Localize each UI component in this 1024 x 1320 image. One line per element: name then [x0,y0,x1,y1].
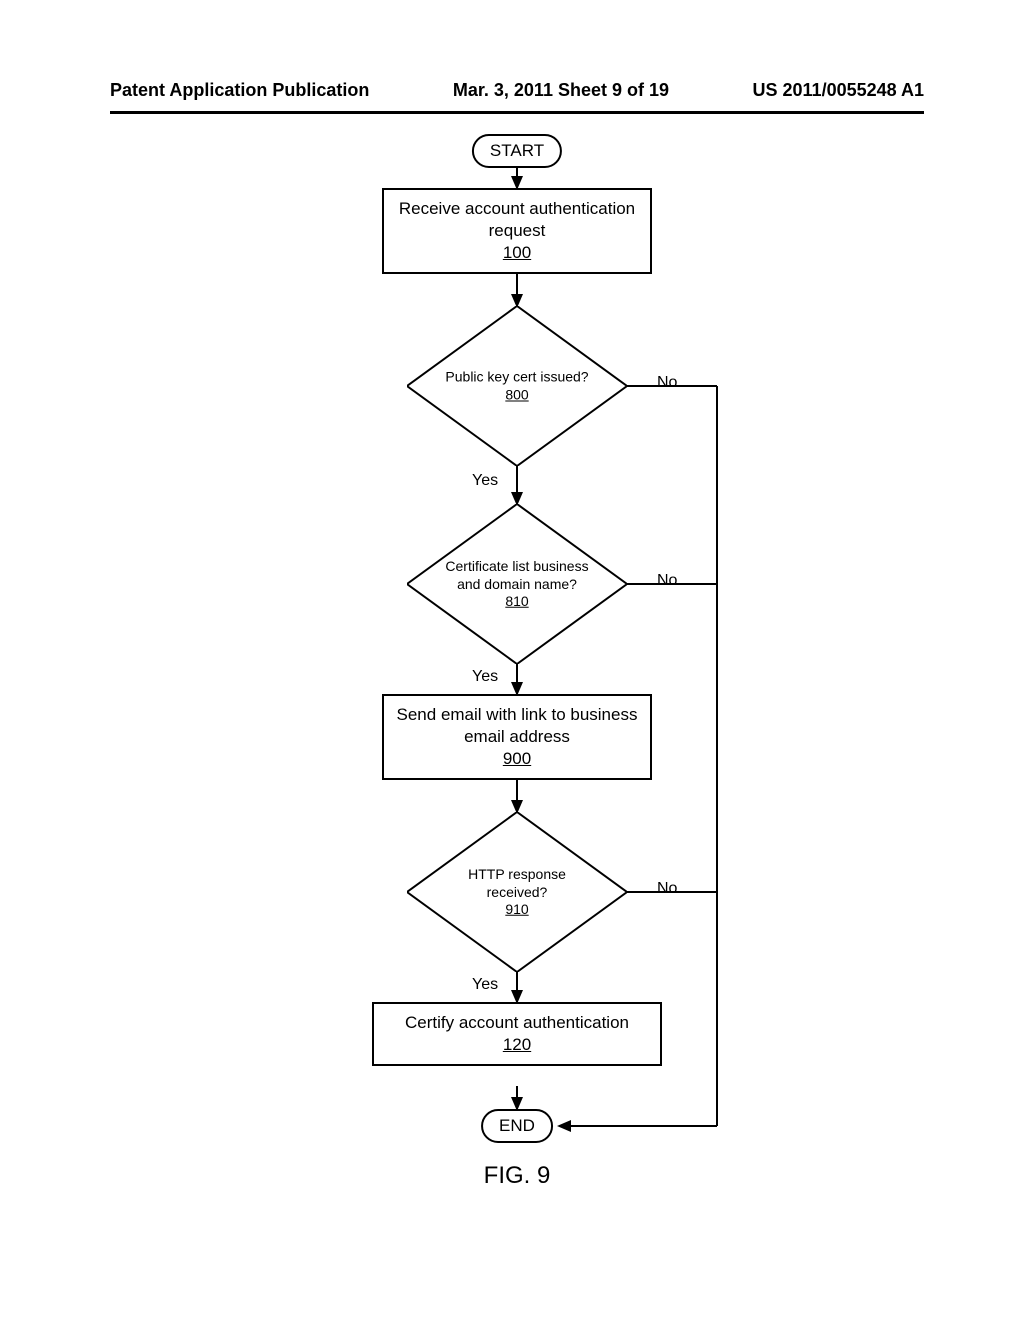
page-container: Patent Application Publication Mar. 3, 2… [0,0,1024,1320]
decision-800-yes-label: Yes [472,472,498,490]
process-receive-request: Receive account authentication request 1… [382,188,652,274]
decision-800-question: Public key cert issued? [445,369,588,385]
decision-910-ref: 910 [505,901,528,917]
header-right-text: US 2011/0055248 A1 [753,80,924,101]
header-rule [110,111,924,114]
decision-810-text: Certificate list business and domain nam… [442,558,592,611]
decision-910-text: HTTP response received? 910 [442,866,592,919]
process-send-email-ref: 900 [503,749,531,768]
decision-800-text: Public key cert issued? 800 [442,369,592,404]
header-center-text: Mar. 3, 2011 Sheet 9 of 19 [453,80,669,101]
start-terminator: START [472,134,562,168]
page-header: Patent Application Publication Mar. 3, 2… [110,80,924,101]
decision-910-question: HTTP response received? [468,866,566,900]
decision-910-yes-label: Yes [472,976,498,994]
figure-caption: FIG. 9 [110,1162,924,1190]
process-certify-auth-text: Certify account authentication [405,1013,629,1032]
decision-800-no-label: No [657,374,677,392]
process-certify-auth-ref: 120 [503,1035,531,1054]
process-receive-request-text: Receive account authentication request [399,199,635,240]
end-label: END [499,1116,535,1136]
process-send-email: Send email with link to business email a… [382,694,652,780]
process-receive-request-ref: 100 [503,243,531,262]
end-terminator: END [481,1109,553,1143]
start-label: START [490,141,544,161]
decision-810-ref: 810 [505,593,528,609]
decision-810-question: Certificate list business and domain nam… [445,558,588,592]
decision-910-no-label: No [657,880,677,898]
process-send-email-text: Send email with link to business email a… [397,705,638,746]
process-certify-auth: Certify account authentication 120 [372,1002,662,1066]
decision-public-key-cert: Public key cert issued? 800 [407,306,627,466]
header-left-text: Patent Application Publication [110,80,369,101]
decision-http-response: HTTP response received? 910 [407,812,627,972]
decision-810-yes-label: Yes [472,668,498,686]
decision-810-no-label: No [657,572,677,590]
decision-800-ref: 800 [505,386,528,402]
decision-certificate-list: Certificate list business and domain nam… [407,504,627,664]
flowchart-diagram: START Receive account authentication req… [257,134,777,1154]
